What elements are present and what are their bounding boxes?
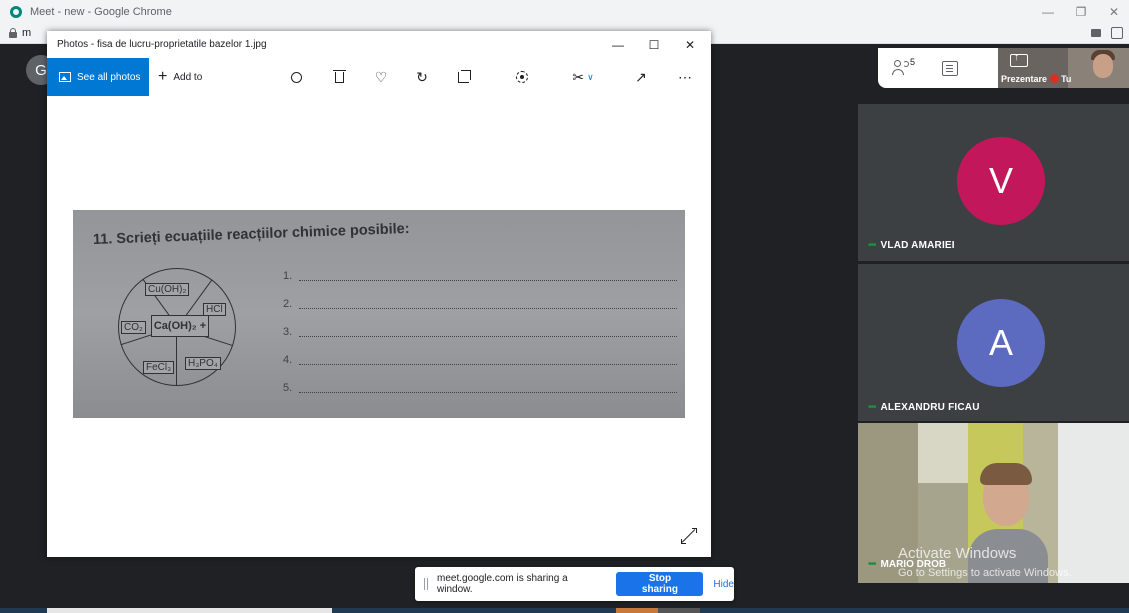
extension-icon[interactable] [1111, 27, 1123, 39]
self-tile-label: Prezentare Tu [1001, 74, 1071, 84]
close-icon[interactable]: ✕ [1099, 0, 1129, 24]
presenting-label: Prezentare [1001, 74, 1048, 84]
photos-toolbar: See all photos + Add to ♡ ↻ ✂ ∨ ↗ ⋯ [47, 58, 711, 96]
participant-name-row: ••• ALEXANDRU FICAU [868, 402, 980, 413]
delete-icon[interactable] [325, 58, 353, 96]
windows-taskbar [0, 608, 1129, 613]
add-to-label: Add to [173, 71, 203, 83]
participant-video [968, 463, 1048, 583]
answer-line: 1. [283, 270, 678, 284]
meet-favicon-icon [10, 6, 22, 18]
worksheet-photo: 11. Scrieți ecuațiile reacțiilor chimice… [73, 210, 685, 418]
answer-number: 2. [283, 298, 293, 310]
people-button[interactable]: 5 [878, 48, 926, 88]
present-screen-icon [1010, 52, 1028, 67]
answer-number: 1. [283, 270, 293, 282]
reagent-label: Cu(OH)₂ [145, 283, 190, 296]
photos-window: Photos - fisa de lucru-proprietatile baz… [47, 31, 711, 557]
speaking-dots-icon: ••• [868, 240, 876, 251]
share-icon[interactable]: ↗ [627, 58, 655, 96]
answer-number: 3. [283, 326, 293, 338]
photos-title-bar[interactable]: Photos - fisa de lucru-proprietatile baz… [47, 31, 711, 58]
answer-line: 5. [283, 382, 678, 396]
add-to-button[interactable]: + Add to [158, 58, 202, 96]
address-url[interactable]: m [22, 27, 31, 39]
stop-sharing-button[interactable]: Stop sharing [616, 572, 704, 596]
taskbar-app[interactable] [616, 608, 658, 613]
speaking-dots-icon: ••• [868, 559, 876, 570]
answer-line: 4. [283, 354, 678, 368]
wheel-center-label: Ca(OH)₂ + [151, 315, 209, 337]
minimize-icon[interactable]: — [1033, 0, 1063, 24]
screen: Meet - new - Google Chrome — ❐ ✕ m G 5 P… [0, 0, 1129, 613]
participant-name: ALEXANDRU FICAU [880, 402, 980, 413]
people-icon [892, 60, 912, 76]
fullscreen-expand-icon[interactable] [681, 528, 697, 544]
self-label: Tu [1061, 74, 1072, 84]
see-all-photos-button[interactable]: See all photos [47, 58, 149, 96]
drag-handle-icon[interactable] [424, 578, 428, 590]
screen-sharing-bar: meet.google.com is sharing a window. Sto… [415, 567, 734, 601]
sharing-message: meet.google.com is sharing a window. [437, 573, 568, 595]
participant-name-row: ••• VLAD AMARIEI [868, 240, 955, 251]
reagent-label: H₃PO₄ [185, 357, 221, 370]
activate-windows-hint: Go to Settings to activate Windows. [898, 567, 1072, 579]
reagent-label: FeCl₃ [143, 361, 175, 374]
chat-icon [942, 60, 958, 76]
photos-close-icon[interactable]: ✕ [672, 31, 708, 58]
answer-line: 3. [283, 326, 678, 340]
plus-icon: + [158, 68, 168, 85]
see-all-photos-label: See all photos [77, 71, 141, 83]
participant-initial: A [988, 322, 1013, 363]
recording-icon [1049, 74, 1059, 83]
lock-icon[interactable] [9, 28, 17, 38]
participant-avatar: V [957, 137, 1045, 225]
favorite-icon[interactable]: ♡ [367, 58, 395, 96]
photos-minimize-icon[interactable]: — [600, 31, 636, 58]
zoom-in-icon[interactable] [282, 58, 310, 96]
reagent-label: CO₂ [121, 321, 146, 334]
participant-avatar: A [957, 299, 1045, 387]
photos-window-title: Photos - fisa de lucru-proprietatile baz… [57, 39, 267, 50]
people-count: 5 [910, 57, 916, 67]
chrome-window-title: Meet - new - Google Chrome [30, 6, 172, 18]
taskbar-app[interactable] [658, 608, 700, 613]
reaction-wheel-diagram: Ca(OH)₂ + Cu(OH)₂ HCl CO₂ FeCl₃ H₃PO₄ [118, 268, 236, 386]
enhance-icon[interactable] [508, 58, 536, 96]
activate-windows-title: Activate Windows [898, 545, 1017, 562]
chat-button[interactable] [926, 48, 974, 88]
answer-line: 2. [283, 298, 678, 312]
participant-tile[interactable]: A ••• ALEXANDRU FICAU [858, 264, 1129, 421]
answer-number: 5. [283, 382, 293, 394]
participant-name: VLAD AMARIEI [880, 240, 955, 251]
chrome-title-bar: Meet - new - Google Chrome — ❐ ✕ [0, 0, 1129, 24]
crop-icon[interactable] [449, 58, 477, 96]
edit-create-menu-icon[interactable]: ✂ ∨ [563, 58, 603, 96]
participant-initial: V [988, 160, 1013, 201]
reagent-label: HCl [203, 303, 226, 316]
more-options-icon[interactable]: ⋯ [671, 58, 699, 96]
participant-tile[interactable]: V ••• VLAD AMARIEI [858, 104, 1129, 261]
restore-icon[interactable]: ❐ [1066, 0, 1096, 24]
photos-maximize-icon[interactable]: ☐ [636, 31, 672, 58]
image-icon [59, 72, 71, 82]
rotate-icon[interactable]: ↻ [408, 58, 436, 96]
taskbar-search-box[interactable] [47, 608, 332, 613]
self-preview-tile[interactable]: Prezentare Tu [998, 48, 1129, 88]
camera-icon[interactable] [1091, 29, 1101, 37]
answer-number: 4. [283, 354, 293, 366]
speaking-dots-icon: ••• [868, 402, 876, 413]
hide-sharing-bar-button[interactable]: Hide [713, 579, 734, 590]
